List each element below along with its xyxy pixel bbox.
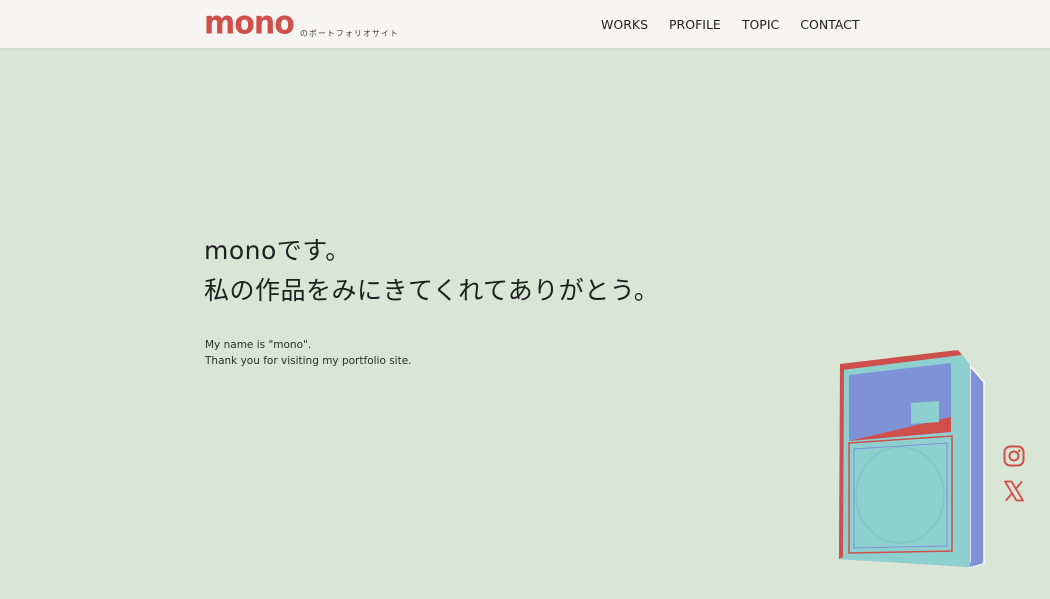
hero-description: My name is "mono". Thank you for visitin… (205, 337, 412, 369)
main-nav: WORKS PROFILE TOPIC CONTACT (601, 16, 860, 34)
site-header: mono のポートフォリオサイト WORKS PROFILE TOPIC CON… (0, 0, 1050, 49)
logo-subtitle: のポートフォリオサイト (299, 29, 399, 38)
hero-description-line2: Thank you for visiting my portfolio site… (205, 355, 412, 367)
x-icon[interactable] (1002, 479, 1026, 503)
nav-profile[interactable]: PROFILE (669, 16, 721, 34)
nav-contact[interactable]: CONTACT (800, 16, 859, 34)
hero-heading-line2: 私の作品をみにきてくれてありがとう。 (204, 276, 660, 305)
hero-heading-line1: monoです。 (204, 236, 351, 265)
site-logo[interactable]: mono のポートフォリオサイト (204, 7, 399, 40)
nav-topic[interactable]: TOPIC (742, 16, 779, 34)
hero-description-line1: My name is "mono". (205, 339, 312, 351)
speaker-illustration (839, 349, 985, 568)
logo-wordmark[interactable]: mono (204, 7, 295, 40)
hero-heading: monoです。 私の作品をみにきてくれてありがとう。 (204, 231, 659, 311)
nav-works[interactable]: WORKS (601, 16, 648, 34)
instagram-icon[interactable] (1002, 444, 1026, 468)
social-links (1002, 444, 1026, 514)
